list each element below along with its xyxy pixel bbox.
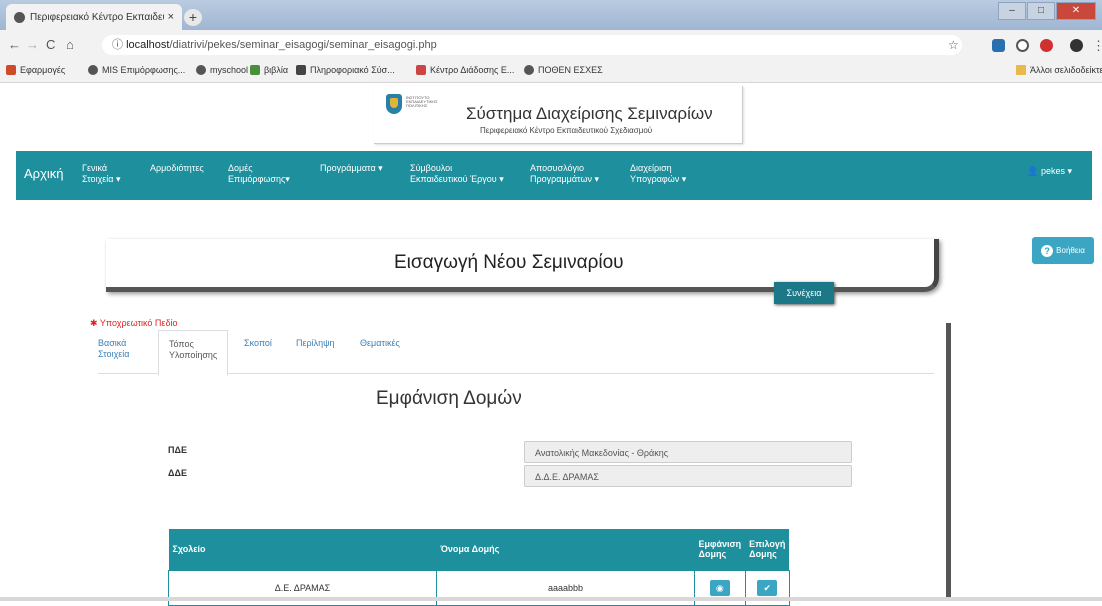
- col-school: Σχολείο: [168, 529, 437, 570]
- checkmark-icon[interactable]: ✔: [757, 579, 778, 596]
- site-info-icon[interactable]: ⓘ: [112, 39, 123, 51]
- main-navbar: Αρχική Γενικά Στοιχεία ▾ Αρμοδιότητες Δομ…: [16, 151, 1092, 200]
- center-icon: [416, 65, 426, 75]
- extension-icon[interactable]: [1070, 39, 1083, 52]
- nav-responsibilities[interactable]: Αρμοδιότητες: [150, 163, 204, 174]
- new-tab-button[interactable]: +: [184, 9, 202, 26]
- horizontal-scrollbar[interactable]: [0, 597, 1102, 601]
- forward-icon[interactable]: →: [26, 37, 39, 52]
- tab-location[interactable]: Τόπος Υλοποίησης: [158, 330, 229, 376]
- tab-favicon-icon: [14, 11, 25, 23]
- structures-table: Σχολείο Όνομα Δομής Εμφάνιση Δομης Επιλο…: [168, 529, 790, 606]
- pde-label: ΠΔΕ: [168, 445, 187, 455]
- bookmark-item[interactable]: βιβλία: [250, 65, 288, 75]
- nav-advisors[interactable]: Σύμβουλοι Εκπαιδευτικού Έργου ▾: [410, 163, 504, 185]
- form-tabs: Βασικά Στοιχεία Τόπος Υλοποίησης Σκοποί Πε…: [98, 330, 934, 376]
- url-host: localhost: [126, 39, 170, 51]
- window-controls: – □ ✕: [997, 2, 1096, 20]
- browser-titlebar: Περιφερειακό Κέντρο Εκπαιδευ × + – □ ✕: [0, 0, 1102, 30]
- extension-icon[interactable]: [1016, 39, 1029, 52]
- table-header-row: Σχολείο Όνομα Δομής Εμφάνιση Δομης Επιλο…: [168, 529, 790, 570]
- col-view: Εμφάνιση Δομης: [694, 529, 746, 570]
- apps-icon: [6, 65, 16, 75]
- dde-label: ΔΔΕ: [168, 468, 187, 478]
- back-icon[interactable]: ←: [8, 37, 21, 52]
- help-button[interactable]: ? Βοήθεια: [1032, 237, 1094, 264]
- nav-training-structures[interactable]: Δομές Επιμόρφωσης▾: [228, 163, 290, 185]
- home-icon[interactable]: ⌂: [66, 37, 74, 52]
- bookmark-star-icon[interactable]: ☆: [948, 38, 959, 52]
- logo-text: ΙΝΣΤΙΤΟΥΤΟ ΕΚΠΑΙΔΕΥΤΙΚΗΣ ΠΟΛΙΤΙΚΗΣ: [406, 95, 438, 108]
- nav-general-info[interactable]: Γενικά Στοιχεία ▾: [82, 163, 121, 185]
- bookmark-item[interactable]: MIS Επιμόρφωσης...: [88, 65, 185, 75]
- section-title: Εμφάνιση Δομών: [376, 388, 522, 409]
- extension-icon[interactable]: [992, 39, 1005, 52]
- maximize-button[interactable]: □: [1027, 2, 1055, 20]
- user-menu[interactable]: 👤 pekes ▾: [1027, 166, 1072, 177]
- adblock-icon[interactable]: [1040, 39, 1053, 52]
- tab-topics[interactable]: Θεματικές: [360, 338, 400, 349]
- close-window-button[interactable]: ✕: [1056, 2, 1096, 20]
- globe-icon: [196, 65, 206, 75]
- bookmark-item[interactable]: Πληροφοριακό Σύσ...: [296, 65, 395, 75]
- url-path: /diatrivi/pekes/seminar_eisagogi/seminar…: [169, 39, 437, 51]
- col-select: Επιλογή Δομης: [745, 529, 790, 570]
- nav-home[interactable]: Αρχική: [24, 166, 64, 181]
- bookmark-item[interactable]: ΠΟΘΕΝ ΕΣΧΕΣ: [524, 65, 603, 75]
- col-structure-name: Όνομα Δομής: [436, 529, 695, 570]
- bookmark-apps[interactable]: Εφαρμογές: [6, 65, 65, 75]
- tab-title: Περιφερειακό Κέντρο Εκπαιδευ: [30, 11, 164, 23]
- reload-icon[interactable]: C: [46, 37, 55, 52]
- continue-button[interactable]: Συνέχεια: [774, 282, 834, 304]
- globe-icon: [524, 65, 534, 75]
- other-bookmarks[interactable]: Άλλοι σελιδοδείκτες: [1016, 65, 1102, 75]
- nav-signatures[interactable]: Διαχείριση Υπογραφών ▾: [630, 163, 686, 185]
- folder-icon: [1016, 65, 1026, 75]
- menu-icon[interactable]: ⋮: [1092, 38, 1102, 54]
- nav-program-archive[interactable]: Αποσυσλόγιο Προγραμμάτων ▾: [530, 163, 599, 185]
- minimize-button[interactable]: –: [998, 2, 1026, 20]
- system-subtitle: Περιφερειακό Κέντρο Εκπαιδευτικού Σχεδια…: [480, 126, 653, 135]
- institute-logo: ΙΝΣΤΙΤΟΥΤΟ ΕΚΠΑΙΔΕΥΤΙΚΗΣ ΠΟΛΙΤΙΚΗΣ: [386, 94, 438, 116]
- bookmark-item[interactable]: Κέντρο Διάδοσης Ε...: [416, 65, 514, 75]
- browser-toolbar: ← → C ⌂ ⓘ localhost/diatrivi/pekes/semin…: [0, 30, 1102, 60]
- nav-programs[interactable]: Προγράμματα ▾: [320, 163, 383, 174]
- globe-icon: [88, 65, 98, 75]
- tab-close-icon[interactable]: ×: [168, 11, 174, 23]
- books-icon: [250, 65, 260, 75]
- dde-field[interactable]: Δ.Δ.Ε. ΔΡΑΜΑΣ: [524, 465, 852, 487]
- bookmarks-bar: Εφαρμογές MIS Επιμόρφωσης... myschool βι…: [0, 60, 1102, 83]
- beta-icon: [296, 65, 306, 75]
- tab-goals[interactable]: Σκοποί: [244, 338, 272, 349]
- user-icon: 👤: [1027, 166, 1039, 176]
- tab-summary[interactable]: Περίληψη: [296, 338, 335, 349]
- pde-field[interactable]: Ανατολικής Μακεδονίας - Θράκης: [524, 441, 852, 463]
- page-title: Εισαγωγή Νέου Σεμιναρίου: [394, 252, 624, 273]
- question-icon: ?: [1041, 244, 1054, 257]
- bookmark-item[interactable]: myschool: [196, 65, 248, 75]
- eye-icon[interactable]: ◉: [709, 579, 730, 596]
- browser-tab[interactable]: Περιφερειακό Κέντρο Εκπαιδευ ×: [6, 4, 182, 30]
- tab-basic-info[interactable]: Βασικά Στοιχεία: [98, 338, 130, 360]
- site-header: ΙΝΣΤΙΤΟΥΤΟ ΕΚΠΑΙΔΕΥΤΙΚΗΣ ΠΟΛΙΤΙΚΗΣ Σύστη…: [374, 86, 743, 144]
- system-title: Σύστημα Διαχείρισης Σεμιναρίων: [466, 104, 713, 123]
- logo-shield-icon: [386, 94, 402, 114]
- address-bar[interactable]: ⓘ localhost/diatrivi/pekes/seminar_eisag…: [102, 35, 962, 55]
